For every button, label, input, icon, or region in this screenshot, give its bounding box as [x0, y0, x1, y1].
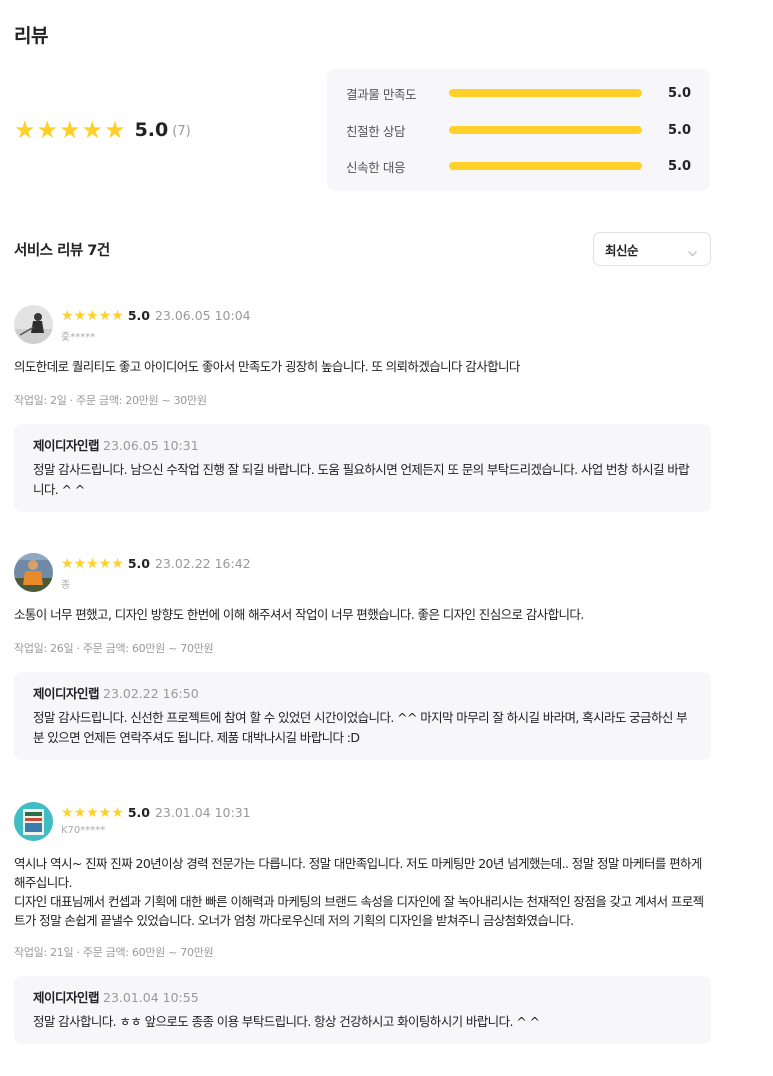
star-icon: ★: [86, 555, 99, 572]
review-rating: ★ ★ ★ ★ ★ 5.0 23.01.04 10:31: [61, 805, 251, 820]
reply-date: 23.06.05 10:31: [103, 438, 199, 453]
review-item: ★ ★ ★ ★ ★ 5.0 23.02.22 16:42 종 소통이 너무 편했…: [14, 553, 711, 760]
score-bar-fill: [448, 162, 642, 170]
star-icon: ★: [111, 307, 124, 324]
star-icon: ★: [86, 307, 99, 324]
review-date: 23.01.04 10:31: [154, 805, 251, 820]
review-count-value: 7: [177, 124, 186, 139]
score-row: 신속한 대응 5.0: [346, 156, 691, 176]
score-value: 5.0: [667, 158, 691, 174]
reply-text: 정말 감사합니다. ㅎㅎ 앞으로도 종종 이용 부탁드립니다. 항상 건강하시고…: [33, 1014, 540, 1029]
review-text: 의도한데로 퀄리티도 좋고 아이디어도 좋아서 만족도가 굉장히 높습니다. 또…: [14, 359, 520, 374]
review-rating: ★ ★ ★ ★ ★ 5.0 23.06.05 10:04: [61, 308, 251, 323]
star-icon: ★: [59, 116, 81, 144]
score-label: 결과물 만족도: [346, 86, 417, 102]
score-bar-fill: [448, 89, 642, 97]
reply-text: 정말 감사드립니다. 신선한 프로젝트에 참여 할 수 있었던 시간이었습니다.…: [33, 710, 688, 745]
star-icon: ★: [73, 804, 87, 821]
reviewer-name: 줒*****: [61, 332, 96, 343]
avatar: [14, 305, 53, 344]
score-label: 신속한 대응: [346, 159, 406, 175]
seller-reply: 제이디자인랩 23.06.05 10:31 정말 감사드립니다. 남으신 수작업 …: [14, 424, 711, 512]
avatar: [14, 553, 53, 592]
overall-stars: ★ ★ ★ ★ ★: [14, 118, 126, 142]
review-score: 5.0: [127, 308, 150, 323]
chevron-down-icon: [687, 244, 698, 263]
star-icon: ★: [61, 307, 74, 324]
score-row: 결과물 만족도 5.0: [346, 83, 691, 103]
overall-rating: ★ ★ ★ ★ ★ 5.0 (7): [14, 118, 191, 142]
sort-selected-label: 최신순: [605, 242, 639, 258]
review-meta: 작업일: 26일 · 주문 금액: 60만원 ~ 70만원: [14, 642, 214, 655]
avatar: [14, 802, 53, 841]
review-date: 23.02.22 16:42: [154, 556, 251, 571]
reply-date: 23.01.04 10:55: [103, 990, 199, 1005]
review-meta: 작업일: 2일 · 주문 금액: 20만원 ~ 30만원: [14, 394, 207, 407]
score-bar-fill: [448, 126, 642, 134]
score-bar: [448, 162, 642, 170]
reply-author: 제이디자인랩: [33, 990, 100, 1005]
reviewer-name: K70*****: [61, 825, 106, 836]
score-bar: [448, 126, 642, 134]
review-date: 23.06.05 10:04: [154, 308, 251, 323]
review-item: ★ ★ ★ ★ ★ 5.0 23.06.05 10:04 줒***** 의도한데…: [14, 305, 711, 512]
star-icon: ★: [98, 555, 112, 572]
review-text: 소통이 너무 편했고, 디자인 방향도 한번에 이해 해주셔서 작업이 너무 편…: [14, 607, 584, 622]
reply-author: 제이디자인랩: [33, 686, 100, 701]
average-score: 5.0: [134, 119, 169, 141]
reply-author: 제이디자인랩: [33, 438, 100, 453]
star-icon: ★: [98, 804, 112, 821]
star-icon: ★: [73, 307, 87, 324]
reply-text: 정말 감사드립니다. 남으신 수작업 진행 잘 되길 바랍니다. 도움 필요하시…: [33, 462, 690, 497]
star-icon: ★: [73, 555, 87, 572]
review-rating: ★ ★ ★ ★ ★ 5.0 23.02.22 16:42: [61, 556, 251, 571]
reviewer-name: 종: [61, 580, 71, 591]
star-icon: ★: [61, 555, 74, 572]
score-value: 5.0: [667, 122, 691, 138]
score-label: 친절한 상담: [346, 123, 406, 139]
star-icon: ★: [61, 804, 74, 821]
review-text: 역시나 역시~ 진짜 진짜 20년이상 경력 전문가는 다릅니다. 정말 대만족…: [14, 856, 704, 928]
review-score: 5.0: [127, 556, 150, 571]
review-score: 5.0: [127, 805, 150, 820]
sort-select[interactable]: 최신순: [593, 232, 711, 266]
reply-date: 23.02.22 16:50: [103, 686, 199, 701]
review-count: (7): [172, 124, 191, 139]
star-icon: ★: [36, 116, 59, 144]
category-scores: 결과물 만족도 5.0 친절한 상담 5.0 신속한 대응 5.0: [327, 69, 710, 191]
star-icon: ★: [98, 307, 112, 324]
star-icon: ★: [86, 804, 99, 821]
review-item: ★ ★ ★ ★ ★ 5.0 23.01.04 10:31 K70***** 역시…: [14, 802, 711, 1044]
service-reviews-title: 서비스 리뷰 7건: [14, 243, 110, 259]
seller-reply: 제이디자인랩 23.02.22 16:50 정말 감사드립니다. 신선한 프로젝트…: [14, 672, 711, 760]
star-icon: ★: [111, 555, 124, 572]
seller-reply: 제이디자인랩 23.01.04 10:55 정말 감사합니다. ㅎㅎ 앞으로도 종…: [14, 976, 711, 1044]
star-icon: ★: [14, 116, 36, 144]
score-bar: [448, 89, 642, 97]
page-title: 리뷰: [14, 25, 48, 47]
review-meta: 작업일: 21일 · 주문 금액: 60만원 ~ 70만원: [14, 946, 214, 959]
star-icon: ★: [111, 804, 124, 821]
star-icon: ★: [104, 116, 126, 144]
score-value: 5.0: [667, 85, 691, 101]
star-icon: ★: [81, 116, 104, 144]
score-row: 친절한 상담 5.0: [346, 120, 691, 140]
